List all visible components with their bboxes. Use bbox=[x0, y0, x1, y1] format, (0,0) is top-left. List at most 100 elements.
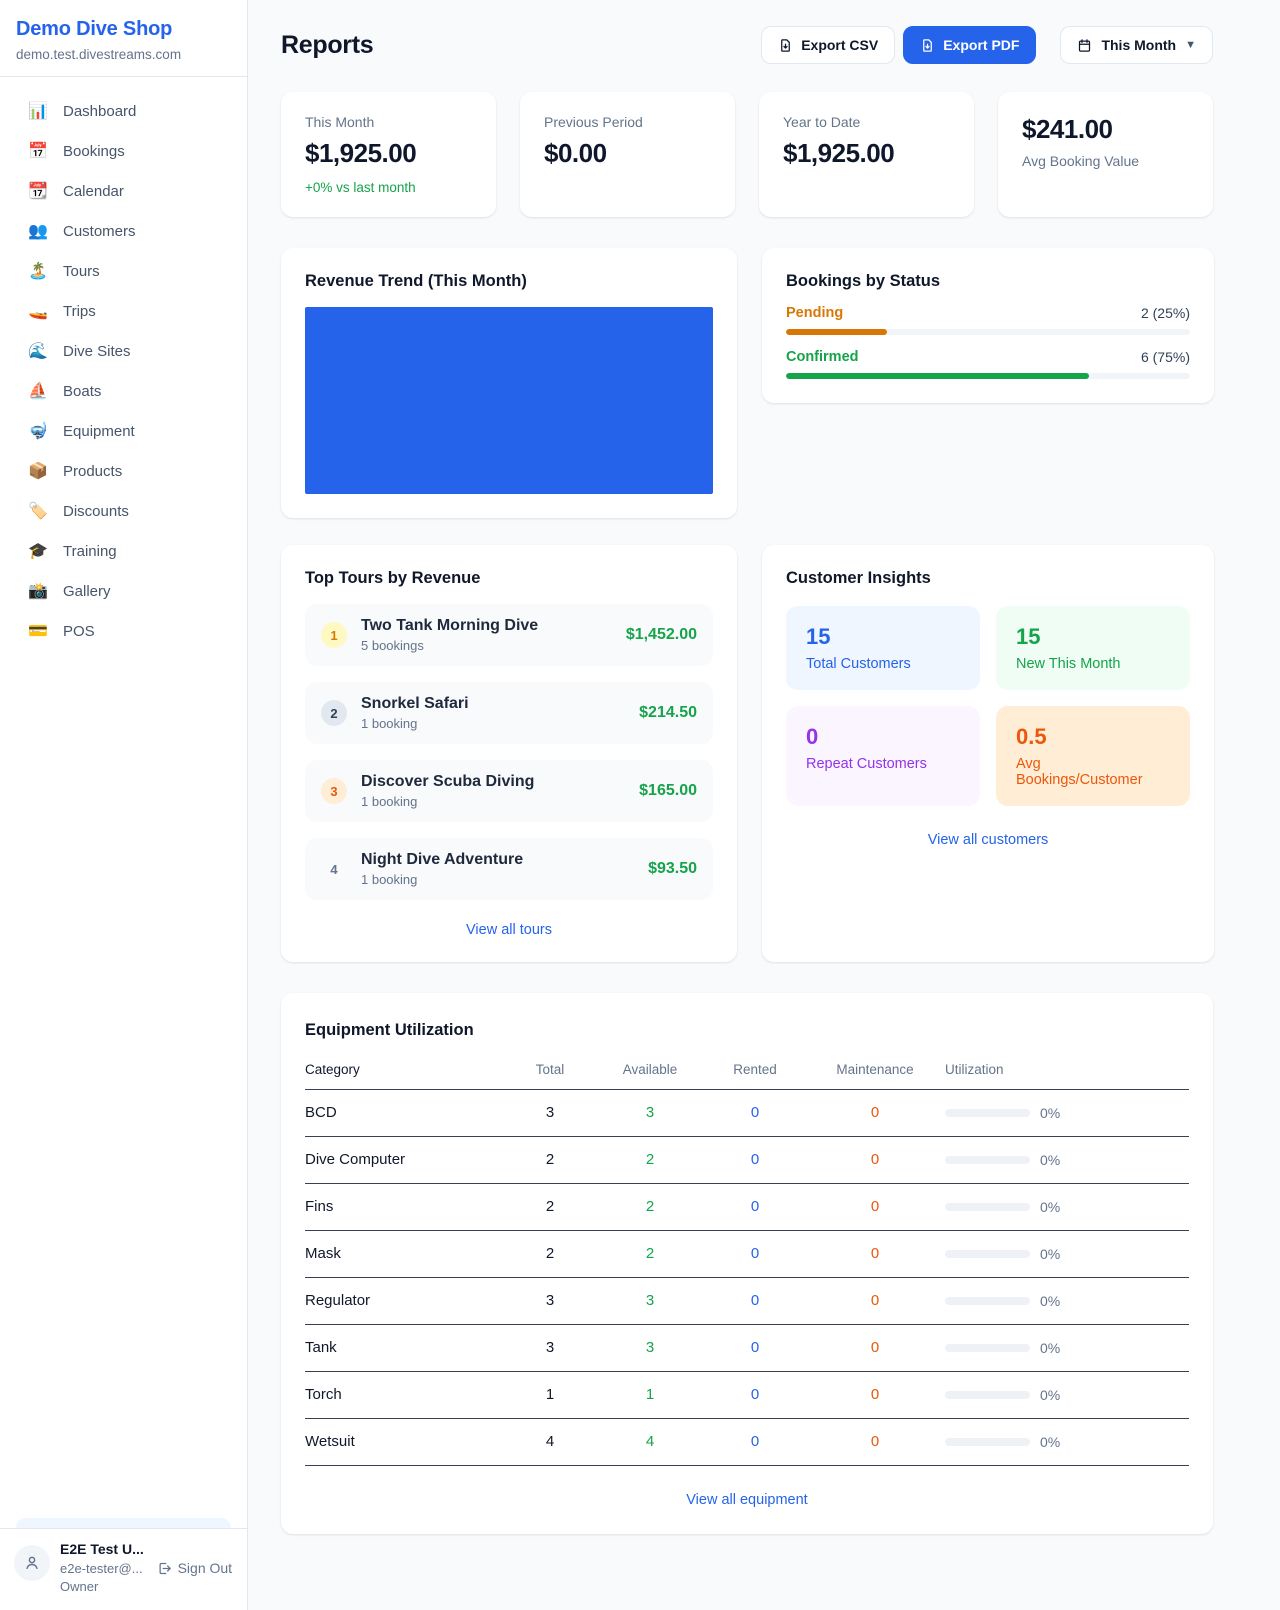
revenue-trend-title: Revenue Trend (This Month) bbox=[305, 272, 713, 291]
sidebar-item-products[interactable]: 📦Products bbox=[12, 451, 235, 491]
equipment-utilization-title: Equipment Utilization bbox=[305, 1021, 1189, 1040]
sidebar-item-calendar[interactable]: 📆Calendar bbox=[12, 171, 235, 211]
tour-name: Snorkel Safari bbox=[361, 695, 469, 713]
sign-out-button[interactable]: Sign Out bbox=[157, 1560, 232, 1576]
sidebar-nav: 📊 Dashboard 📅Bookings 📆Calendar 👥Customer… bbox=[0, 77, 247, 1528]
tile-avg-bookings-customer: 0.5 Avg Bookings/Customer bbox=[996, 706, 1190, 806]
utilization-pct: 0% bbox=[1040, 1387, 1060, 1403]
sidebar-item-equipment[interactable]: 🤿Equipment bbox=[12, 411, 235, 451]
utilization-pct: 0% bbox=[1040, 1105, 1060, 1121]
equipment-rented: 0 bbox=[705, 1151, 805, 1168]
rank-badge: 2 bbox=[321, 700, 347, 726]
sidebar-item-label: Customers bbox=[63, 223, 136, 240]
export-pdf-button[interactable]: Export PDF bbox=[903, 26, 1036, 64]
sidebar-item-customers[interactable]: 👥Customers bbox=[12, 211, 235, 251]
island-icon: 🏝️ bbox=[28, 261, 48, 281]
sidebar-item-pos[interactable]: 💳POS bbox=[12, 611, 235, 651]
tour-revenue: $1,452.00 bbox=[626, 626, 697, 644]
table-row: Fins 2 2 0 0 0% bbox=[305, 1184, 1189, 1231]
utilization-bar bbox=[945, 1391, 1030, 1399]
equipment-rented: 0 bbox=[705, 1433, 805, 1450]
equipment-category: Tank bbox=[305, 1339, 505, 1356]
page-header: Reports Export CSV Export PDF This Month… bbox=[281, 26, 1213, 64]
rank-badge: 3 bbox=[321, 778, 347, 804]
bar-chart-icon: 📊 bbox=[28, 101, 48, 121]
equipment-maintenance: 0 bbox=[805, 1433, 945, 1450]
sailboat-icon: ⛵ bbox=[28, 381, 48, 401]
status-bar-track bbox=[786, 373, 1190, 379]
sidebar-item-discounts[interactable]: 🏷️Discounts bbox=[12, 491, 235, 531]
sidebar-item-reports-active-partial[interactable] bbox=[16, 1518, 231, 1528]
equipment-utilization: 0% bbox=[945, 1340, 1189, 1356]
user-panel: E2E Test U... e2e-tester@... Sign Out Ow… bbox=[0, 1528, 247, 1610]
equipment-available: 1 bbox=[595, 1386, 705, 1403]
user-email: e2e-tester@... bbox=[60, 1561, 143, 1576]
equipment-category: Dive Computer bbox=[305, 1151, 505, 1168]
sidebar-item-bookings[interactable]: 📅Bookings bbox=[12, 131, 235, 171]
status-row-confirmed: Confirmed 6 (75%) bbox=[786, 349, 1190, 365]
sidebar-item-label: Dashboard bbox=[63, 103, 136, 120]
tile-label: Avg Bookings/Customer bbox=[1016, 756, 1170, 788]
equipment-total: 3 bbox=[505, 1339, 595, 1356]
equipment-available: 3 bbox=[595, 1104, 705, 1121]
status-bar-track bbox=[786, 329, 1190, 335]
equipment-utilization: 0% bbox=[945, 1105, 1189, 1121]
sidebar-item-label: Trips bbox=[63, 303, 96, 320]
tile-repeat-customers: 0 Repeat Customers bbox=[786, 706, 980, 806]
equipment-category: Regulator bbox=[305, 1292, 505, 1309]
sidebar-item-boats[interactable]: ⛵ Boats bbox=[12, 371, 235, 411]
sidebar-item-label: Dive Sites bbox=[63, 343, 131, 360]
table-row: Torch 1 1 0 0 0% bbox=[305, 1372, 1189, 1419]
table-row: Regulator 3 3 0 0 0% bbox=[305, 1278, 1189, 1325]
sidebar-item-gallery[interactable]: 📸Gallery bbox=[12, 571, 235, 611]
rank-badge: 4 bbox=[321, 856, 347, 882]
sidebar-item-dive-sites[interactable]: 🌊Dive Sites bbox=[12, 331, 235, 371]
sidebar-item-training[interactable]: 🎓Training bbox=[12, 531, 235, 571]
sidebar-item-label: Products bbox=[63, 463, 122, 480]
column-header: Available bbox=[595, 1062, 705, 1077]
equipment-available: 4 bbox=[595, 1433, 705, 1450]
equipment-total: 2 bbox=[505, 1198, 595, 1215]
column-header: Utilization bbox=[945, 1062, 1189, 1077]
revenue-trend-card: Revenue Trend (This Month) bbox=[281, 248, 737, 518]
equipment-total: 4 bbox=[505, 1433, 595, 1450]
equipment-utilization: 0% bbox=[945, 1293, 1189, 1309]
export-csv-button[interactable]: Export CSV bbox=[761, 26, 895, 64]
view-all-equipment-link[interactable]: View all equipment bbox=[305, 1492, 1189, 1508]
sidebar-item-dashboard[interactable]: 📊 Dashboard bbox=[12, 91, 235, 131]
user-role: Owner bbox=[60, 1579, 232, 1594]
tour-name: Two Tank Morning Dive bbox=[361, 617, 538, 635]
top-tours-title: Top Tours by Revenue bbox=[305, 569, 713, 588]
speedboat-icon: 🚤 bbox=[28, 301, 48, 321]
tour-revenue: $214.50 bbox=[639, 704, 697, 722]
equipment-category: Torch bbox=[305, 1386, 505, 1403]
user-name: E2E Test U... bbox=[60, 1541, 172, 1557]
utilization-bar bbox=[945, 1297, 1030, 1305]
view-all-tours-link[interactable]: View all tours bbox=[305, 922, 713, 938]
document-export-icon bbox=[778, 38, 793, 53]
tile-label: New This Month bbox=[1016, 656, 1170, 672]
customer-insights-title: Customer Insights bbox=[786, 569, 1190, 588]
avatar bbox=[14, 1545, 50, 1581]
equipment-maintenance: 0 bbox=[805, 1104, 945, 1121]
sidebar-item-label: Discounts bbox=[63, 503, 129, 520]
bookings-by-status-card: Bookings by Status Pending 2 (25%) Confi… bbox=[762, 248, 1214, 403]
sidebar-item-label: Boats bbox=[63, 383, 101, 400]
utilization-bar bbox=[945, 1109, 1030, 1117]
tile-value: 15 bbox=[806, 624, 960, 650]
equipment-available: 3 bbox=[595, 1339, 705, 1356]
sidebar-item-trips[interactable]: 🚤 Trips bbox=[12, 291, 235, 331]
sidebar: Demo Dive Shop demo.test.divestreams.com… bbox=[0, 0, 248, 1610]
period-select[interactable]: This Month ▼ bbox=[1060, 26, 1213, 64]
equipment-rented: 0 bbox=[705, 1198, 805, 1215]
stat-value: $0.00 bbox=[544, 138, 711, 169]
utilization-pct: 0% bbox=[1040, 1199, 1060, 1215]
tour-row: 1 Two Tank Morning Dive5 bookings $1,452… bbox=[305, 604, 713, 666]
view-all-customers-link[interactable]: View all customers bbox=[786, 832, 1190, 848]
page-title: Reports bbox=[281, 31, 373, 60]
utilization-bar bbox=[945, 1156, 1030, 1164]
graduation-cap-icon: 🎓 bbox=[28, 541, 48, 561]
calendar-icon bbox=[1077, 38, 1092, 53]
sidebar-item-tours[interactable]: 🏝️Tours bbox=[12, 251, 235, 291]
camera-icon: 📸 bbox=[28, 581, 48, 601]
